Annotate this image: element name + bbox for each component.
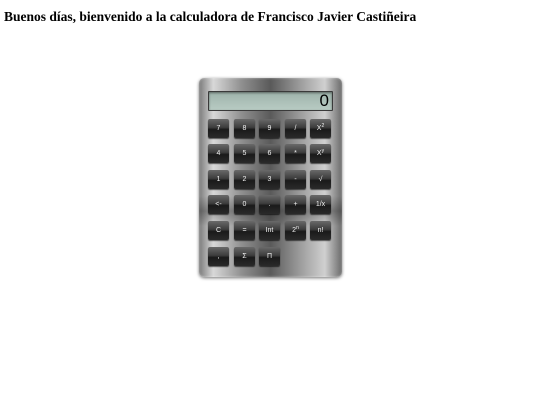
key-6[interactable]: 6 bbox=[259, 144, 280, 163]
key-4[interactable]: 4 bbox=[208, 144, 229, 163]
key-1[interactable]: 1 bbox=[208, 170, 229, 189]
key-divide[interactable]: / bbox=[285, 119, 306, 138]
key-clear[interactable]: C bbox=[208, 221, 229, 240]
key-0[interactable]: 0 bbox=[234, 195, 255, 214]
greeting-heading: Buenos días, bienvenido a la calculadora… bbox=[4, 9, 417, 24]
key-2[interactable]: 2 bbox=[234, 170, 255, 189]
key-factorial[interactable]: n! bbox=[310, 221, 331, 240]
key-add[interactable]: + bbox=[285, 195, 306, 214]
key-8[interactable]: 8 bbox=[234, 119, 255, 138]
key-decimal[interactable]: . bbox=[259, 195, 280, 214]
key-power-of-two[interactable]: 2n bbox=[285, 221, 306, 240]
key-summation[interactable]: Σ bbox=[234, 247, 255, 266]
key-power-exponent: y bbox=[321, 148, 325, 154]
key-power[interactable]: Xy bbox=[310, 144, 331, 163]
key-3[interactable]: 3 bbox=[259, 170, 280, 189]
key-equals[interactable]: = bbox=[234, 221, 255, 240]
key-5[interactable]: 5 bbox=[234, 144, 255, 163]
key-subtract[interactable]: - bbox=[285, 170, 306, 189]
key-comma[interactable]: , bbox=[208, 247, 229, 266]
key-product[interactable]: Π bbox=[259, 247, 280, 266]
key-sqrt[interactable]: √ bbox=[310, 170, 331, 189]
calculator-display: 0 bbox=[208, 91, 333, 111]
key-square[interactable]: X2 bbox=[310, 119, 331, 138]
key-7[interactable]: 7 bbox=[208, 119, 229, 138]
key-power-of-two-exponent: n bbox=[296, 225, 299, 231]
key-9[interactable]: 9 bbox=[259, 119, 280, 138]
key-multiply[interactable]: * bbox=[285, 144, 306, 163]
key-integer[interactable]: Int bbox=[259, 221, 280, 240]
key-backspace[interactable]: <- bbox=[208, 195, 229, 214]
calculator: 0 7 8 9 / X2 4 5 6 * Xy 1 2 3 - √ <- 0 .… bbox=[199, 78, 342, 277]
key-reciprocal[interactable]: 1/x bbox=[310, 195, 331, 214]
key-square-exponent: 2 bbox=[321, 123, 325, 129]
